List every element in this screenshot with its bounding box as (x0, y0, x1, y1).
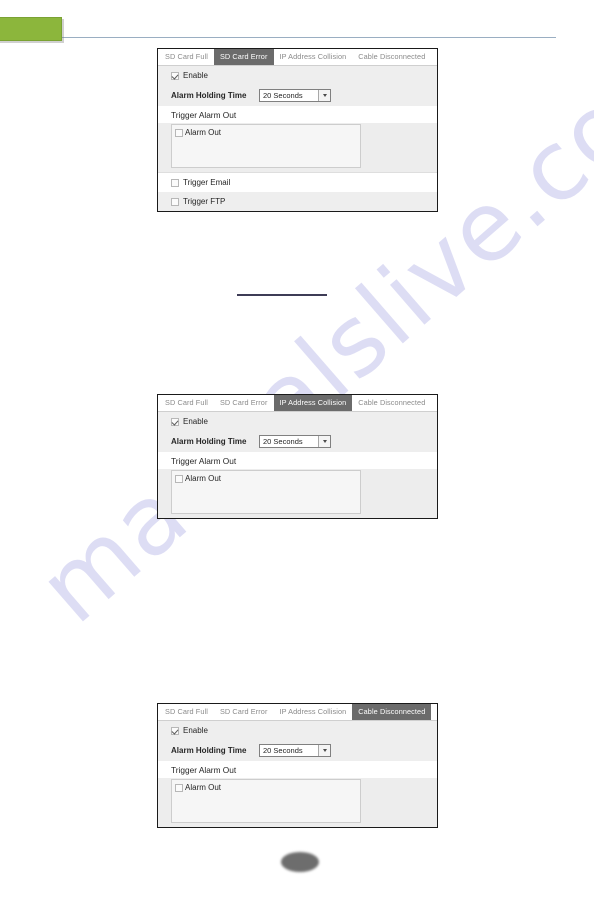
alarm-holding-time-label: Alarm Holding Time (171, 91, 247, 100)
alarm-holding-time-row: Alarm Holding Time 20 Seconds (158, 740, 437, 761)
tab-ip-address-collision[interactable]: IP Address Collision (273, 395, 353, 411)
alarm-out-listbox-wrap: Alarm Out (158, 123, 437, 172)
tab-bar: SD Card Full SD Card Error IP Address Coll… (158, 704, 437, 721)
trigger-email-label: Trigger Email (183, 178, 231, 187)
list-item[interactable]: Alarm Out (175, 128, 360, 137)
enable-label: Enable (183, 71, 208, 80)
alarm-out-label: Alarm Out (185, 128, 222, 137)
tab-bar: SD Card Full SD Card Error IP Address Coll… (158, 49, 437, 66)
section-rule (237, 294, 327, 296)
enable-row: Enable (158, 721, 437, 740)
alarm-holding-time-label: Alarm Holding Time (171, 746, 247, 755)
alarm-out-listbox-wrap: Alarm Out (158, 469, 437, 518)
enable-label: Enable (183, 726, 208, 735)
tab-sd-card-full[interactable]: SD Card Full (159, 704, 214, 720)
settings-panel-cable-disconnected: SD Card Full SD Card Error IP Address Coll… (157, 703, 438, 828)
alarm-out-checkbox[interactable] (175, 128, 183, 137)
alarm-out-label: Alarm Out (185, 474, 222, 483)
enable-label: Enable (183, 417, 208, 426)
tab-cable-disconnected[interactable]: Cable Disconnected (352, 704, 432, 720)
alarm-holding-time-row: Alarm Holding Time 20 Seconds (158, 431, 437, 452)
alarm-out-listbox[interactable]: Alarm Out (171, 470, 361, 514)
tab-sd-card-full[interactable]: SD Card Full (159, 395, 214, 411)
brand-logo-block (0, 17, 62, 41)
trigger-ftp-row: Trigger FTP (158, 192, 437, 211)
alarm-holding-time-label: Alarm Holding Time (171, 437, 247, 446)
tab-ip-address-collision[interactable]: IP Address Collision (274, 49, 353, 65)
page-number-badge (281, 852, 319, 872)
alarm-out-label: Alarm Out (185, 783, 222, 792)
enable-row: Enable (158, 66, 437, 85)
trigger-alarm-out-label: Trigger Alarm Out (158, 761, 437, 778)
enable-checkbox[interactable] (171, 726, 179, 735)
settings-panel-ip-address-collision: SD Card Full SD Card Error IP Address Coll… (157, 394, 438, 519)
trigger-ftp-checkbox[interactable] (171, 197, 179, 206)
chevron-down-icon[interactable] (318, 90, 330, 101)
tab-sd-card-full[interactable]: SD Card Full (159, 49, 214, 65)
tab-bar: SD Card Full SD Card Error IP Address Coll… (158, 395, 437, 412)
trigger-email-row: Trigger Email (158, 173, 437, 192)
settings-panel-sd-card-error: SD Card Full SD Card Error IP Address Coll… (157, 48, 438, 212)
enable-checkbox[interactable] (171, 71, 179, 80)
alarm-holding-time-row: Alarm Holding Time 20 Seconds (158, 85, 437, 106)
tab-sd-card-error[interactable]: SD Card Error (213, 49, 274, 65)
tab-sd-card-error[interactable]: SD Card Error (214, 395, 274, 411)
alarm-out-checkbox[interactable] (175, 474, 183, 483)
alarm-out-listbox[interactable]: Alarm Out (171, 124, 361, 168)
tab-cable-disconnected[interactable]: Cable Disconnected (352, 395, 431, 411)
chevron-down-icon[interactable] (318, 436, 330, 447)
tab-ip-address-collision[interactable]: IP Address Collision (274, 704, 353, 720)
tab-cable-disconnected[interactable]: Cable Disconnected (352, 49, 431, 65)
alarm-out-listbox-wrap: Alarm Out (158, 778, 437, 827)
alarm-holding-time-select[interactable]: 20 Seconds (259, 744, 331, 757)
header-rule (0, 37, 556, 38)
tab-sd-card-error[interactable]: SD Card Error (214, 704, 274, 720)
alarm-out-checkbox[interactable] (175, 783, 183, 792)
alarm-holding-time-select[interactable]: 20 Seconds (259, 89, 331, 102)
alarm-holding-time-select[interactable]: 20 Seconds (259, 435, 331, 448)
list-item[interactable]: Alarm Out (175, 474, 360, 483)
chevron-down-icon[interactable] (318, 745, 330, 756)
alarm-out-listbox[interactable]: Alarm Out (171, 779, 361, 823)
enable-row: Enable (158, 412, 437, 431)
trigger-alarm-out-label: Trigger Alarm Out (158, 106, 437, 123)
trigger-alarm-out-label: Trigger Alarm Out (158, 452, 437, 469)
trigger-email-checkbox[interactable] (171, 178, 179, 187)
alarm-holding-time-value: 20 Seconds (263, 437, 303, 446)
enable-checkbox[interactable] (171, 417, 179, 426)
list-item[interactable]: Alarm Out (175, 783, 360, 792)
trigger-ftp-label: Trigger FTP (183, 197, 226, 206)
alarm-holding-time-value: 20 Seconds (263, 746, 303, 755)
alarm-holding-time-value: 20 Seconds (263, 91, 303, 100)
